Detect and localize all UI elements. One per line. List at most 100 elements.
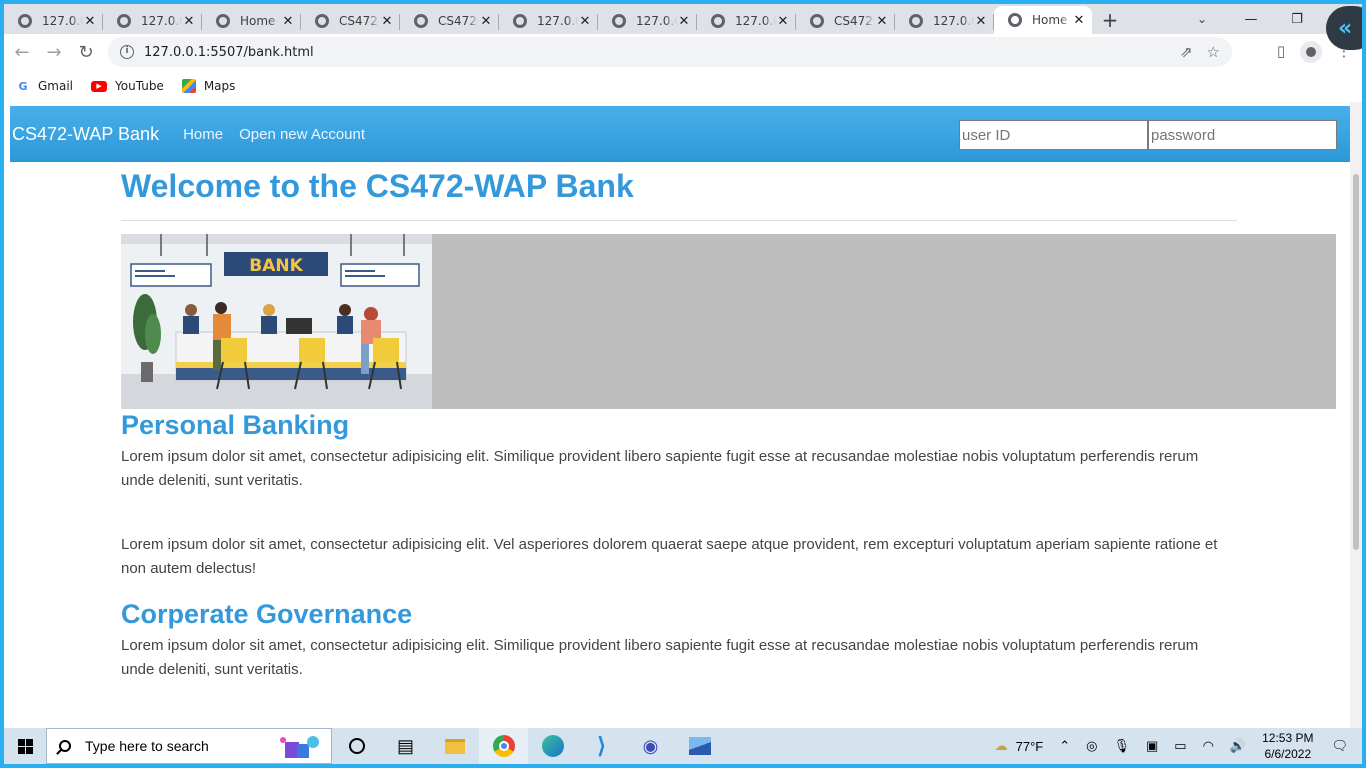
forward-arrow-icon[interactable]: → xyxy=(38,36,70,68)
minimize-button[interactable]: — xyxy=(1228,4,1274,34)
close-tab-icon[interactable]: ✕ xyxy=(875,14,889,29)
notifications-icon[interactable]: 🗨 xyxy=(1331,738,1348,754)
browser-toolbar: ← → ↻ i 127.0.0.1:5507/bank.html ⇗ ☆ ▯ ⋮ xyxy=(4,34,1362,70)
chrome-icon[interactable] xyxy=(479,728,528,764)
windows-logo-icon xyxy=(17,738,33,754)
chevron-up-icon[interactable]: ⌃ xyxy=(1059,738,1070,754)
wifi-icon[interactable]: ◠ xyxy=(1203,738,1214,754)
sidebar-collapse-icon[interactable]: « xyxy=(1326,6,1362,50)
nav-link-home[interactable]: Home xyxy=(183,126,223,143)
taskbar-search-placeholder: Type here to search xyxy=(85,738,209,754)
system-tray: ☁ 77°F ⌃ ◎ 🎙 ▣ ▭ ◠ 🔊 12:53 PM 6/6/2022 🗨 xyxy=(987,728,1362,764)
bookmark-label: YouTube xyxy=(115,79,164,93)
maps-icon xyxy=(181,79,196,93)
close-tab-icon[interactable]: ✕ xyxy=(776,14,790,29)
url-text: 127.0.0.1:5507/bank.html xyxy=(144,44,314,60)
tab-label: 127.0.0.1 xyxy=(735,14,776,28)
close-tab-icon[interactable]: ✕ xyxy=(677,14,691,29)
bookmark-label: Maps xyxy=(203,79,236,93)
browser-tab[interactable]: CS472 ✕ xyxy=(400,8,499,34)
tab-label: Home xyxy=(240,14,276,28)
close-tab-icon[interactable]: ✕ xyxy=(83,14,97,29)
profile-avatar-icon[interactable] xyxy=(1300,41,1322,63)
close-tab-icon[interactable]: ✕ xyxy=(380,14,394,29)
browser-tab[interactable]: Home ✕ xyxy=(202,8,301,34)
globe-icon xyxy=(216,14,230,28)
close-tab-icon[interactable]: ✕ xyxy=(974,14,988,29)
battery-icon[interactable]: ▭ xyxy=(1174,738,1186,754)
youtube-icon: ▶ xyxy=(91,80,108,92)
weather-temperature[interactable]: 77°F xyxy=(1016,739,1044,754)
site-info-icon[interactable]: i xyxy=(120,45,134,59)
bookmark-maps[interactable]: Maps xyxy=(181,79,236,93)
meet-now-icon[interactable]: ◎ xyxy=(1086,738,1097,754)
globe-icon xyxy=(1008,13,1022,27)
browser-tab[interactable]: 127.0.0.1✕ xyxy=(103,8,202,34)
tab-label: CS472 xyxy=(834,14,873,28)
display-icon[interactable]: ▣ xyxy=(1146,738,1158,754)
password-input[interactable] xyxy=(1148,120,1337,150)
section-title-personal-banking: Personal Banking xyxy=(121,410,350,440)
globe-icon xyxy=(909,14,923,28)
site-brand[interactable]: CS472-WAP Bank xyxy=(12,124,159,145)
weather-cloud-icon[interactable]: ☁ xyxy=(995,738,1008,754)
nav-link-open-account[interactable]: Open new Account xyxy=(239,126,365,143)
task-view-cortana-icon[interactable] xyxy=(332,728,381,764)
close-tab-icon[interactable]: ✕ xyxy=(479,14,493,29)
tab-strip: 127.0.0.1✕ 127.0.0.1✕ Home✕ CS472✕ CS472… xyxy=(4,4,1362,34)
task-view-icon[interactable]: ▤ xyxy=(381,728,430,764)
scrollbar-thumb[interactable] xyxy=(1353,174,1359,550)
bookmark-youtube[interactable]: ▶ YouTube xyxy=(91,79,164,93)
back-arrow-icon[interactable]: ← xyxy=(6,36,38,68)
bookmark-gmail[interactable]: G Gmail xyxy=(16,79,73,93)
tab-label: 127.0.0.1 xyxy=(141,14,182,28)
banner-area: BANK xyxy=(121,234,1336,409)
sections: Personal Banking Lorem ipsum dolor sit a… xyxy=(121,410,1241,682)
volume-icon[interactable]: 🔊 xyxy=(1230,738,1246,754)
browser-tab-active[interactable]: Home ✕ xyxy=(994,6,1092,34)
photos-icon[interactable] xyxy=(675,728,724,764)
microphone-icon[interactable]: 🎙 xyxy=(1113,738,1130,754)
bank-illustration: BANK xyxy=(121,234,432,409)
visual-studio-icon[interactable]: ◉ xyxy=(626,728,675,764)
user-id-input[interactable] xyxy=(959,120,1148,150)
screen: 127.0.0.1✕ 127.0.0.1✕ Home✕ CS472✕ CS472… xyxy=(4,4,1362,764)
vscode-icon[interactable]: ⟩ xyxy=(577,728,626,764)
tab-label: CS472 xyxy=(339,14,378,28)
tab-search-chevron-icon[interactable]: ⌄ xyxy=(1184,4,1220,34)
share-icon[interactable]: ⇗ xyxy=(1180,43,1193,61)
taskbar-search-box[interactable]: Type here to search xyxy=(46,728,332,764)
close-tab-icon[interactable]: ✕ xyxy=(578,14,592,29)
globe-icon xyxy=(18,14,32,28)
browser-tab[interactable]: 127.0.0.1✕ xyxy=(598,8,697,34)
clock[interactable]: 12:53 PM 6/6/2022 xyxy=(1262,730,1313,762)
browser-tab[interactable]: 127.0.0.1✕ xyxy=(697,8,796,34)
bookmarks-bar: G Gmail ▶ YouTube Maps xyxy=(4,70,1362,102)
search-highlight-icon xyxy=(280,736,319,758)
close-tab-icon[interactable]: ✕ xyxy=(182,14,196,29)
page-viewport: CS472-WAP Bank Home Open new Account Wel… xyxy=(10,102,1350,728)
clock-time: 12:53 PM xyxy=(1262,731,1314,745)
globe-icon xyxy=(711,14,725,28)
browser-tab[interactable]: 127.0.0.1✕ xyxy=(4,8,103,34)
browser-tab[interactable]: 127.0.0.1✕ xyxy=(895,8,994,34)
close-tab-icon[interactable]: ✕ xyxy=(1072,13,1086,28)
side-panel-icon[interactable]: ▯ xyxy=(1270,42,1292,60)
edge-icon[interactable] xyxy=(528,728,577,764)
start-button[interactable] xyxy=(4,728,46,764)
tab-label: 127.0.0.1 xyxy=(933,14,974,28)
browser-tab[interactable]: CS472 ✕ xyxy=(301,8,400,34)
file-explorer-icon[interactable] xyxy=(430,728,479,764)
reload-icon[interactable]: ↻ xyxy=(70,36,102,68)
bookmark-star-icon[interactable]: ☆ xyxy=(1207,43,1220,61)
browser-tab[interactable]: CS472 ✕ xyxy=(796,8,895,34)
globe-icon xyxy=(315,14,329,28)
page-scrollbar[interactable] xyxy=(1350,102,1362,728)
browser-tab[interactable]: 127.0.0.1✕ xyxy=(499,8,598,34)
bank-sign-text: BANK xyxy=(249,256,303,276)
new-tab-button[interactable]: + xyxy=(1092,6,1128,34)
close-tab-icon[interactable]: ✕ xyxy=(281,14,295,29)
restore-button[interactable]: ❐ xyxy=(1274,4,1320,34)
tab-label: 127.0.0.1 xyxy=(537,14,578,28)
address-bar[interactable]: i 127.0.0.1:5507/bank.html ⇗ ☆ xyxy=(108,37,1232,67)
